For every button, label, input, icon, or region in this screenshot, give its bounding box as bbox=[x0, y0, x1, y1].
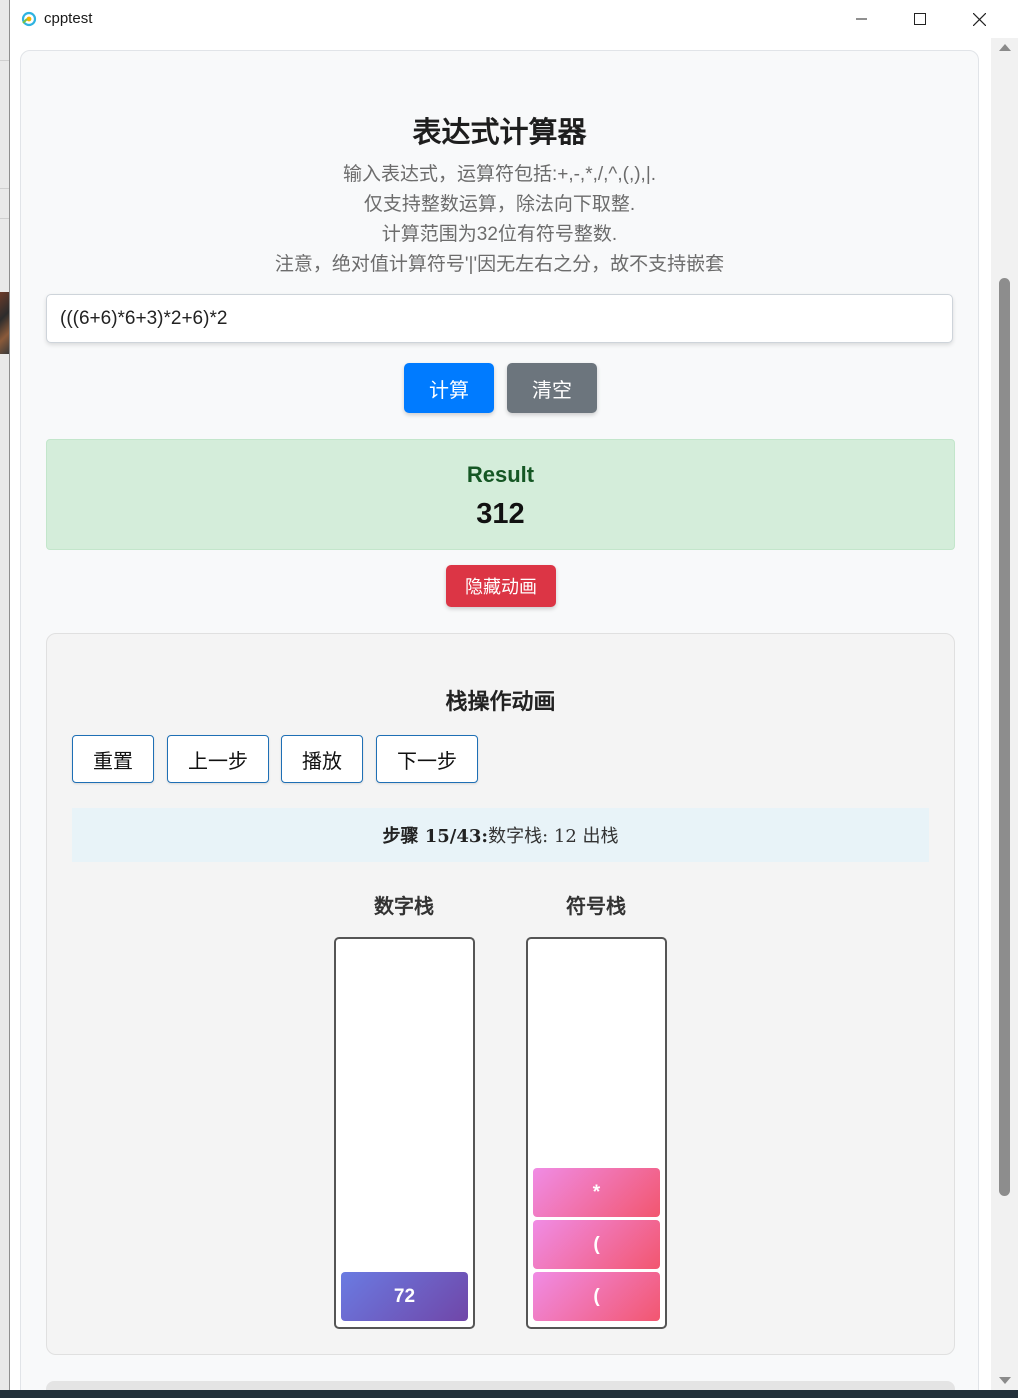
next-section bbox=[46, 1381, 955, 1390]
hide-animation-button[interactable]: 隐藏动画 bbox=[446, 565, 556, 607]
scroll-thumb[interactable] bbox=[999, 278, 1010, 1196]
clear-button[interactable]: 清空 bbox=[507, 363, 597, 413]
close-icon bbox=[972, 12, 986, 26]
scroll-up-arrow-icon[interactable] bbox=[999, 44, 1011, 51]
background-divider bbox=[0, 188, 9, 189]
expression-input[interactable] bbox=[46, 294, 953, 343]
taskbar-edge bbox=[0, 1390, 1018, 1398]
stack-item: 72 bbox=[341, 1272, 468, 1321]
result-value: 312 bbox=[476, 498, 525, 530]
operator-stack-title: 符号栈 bbox=[566, 896, 626, 918]
vertical-scrollbar[interactable] bbox=[991, 38, 1018, 1390]
calculator-card: 表达式计算器 输入表达式，运算符包括:+,-,*,/,^,(,),|. 仅支持整… bbox=[20, 50, 979, 1390]
maximize-button[interactable] bbox=[891, 0, 949, 38]
play-button[interactable]: 播放 bbox=[281, 735, 363, 783]
app-icon bbox=[21, 11, 37, 27]
step-description: 数字栈: 12 出栈 bbox=[488, 826, 619, 847]
title-bar[interactable]: cpptest bbox=[10, 0, 1018, 38]
background-divider bbox=[0, 218, 9, 219]
step-counter: 步骤 15/43: bbox=[382, 826, 489, 847]
page-title: 表达式计算器 bbox=[412, 117, 587, 149]
page-viewport: 表达式计算器 输入表达式，运算符包括:+,-,*,/,^,(,),|. 仅支持整… bbox=[10, 38, 991, 1390]
app-window: cpptest 表达式计算器 输入表达式，运算符包括:+,-,*,/,^,(,)… bbox=[9, 0, 1018, 1398]
animation-title: 栈操作动画 bbox=[445, 689, 556, 714]
stack-item: ( bbox=[533, 1272, 660, 1321]
calculate-button[interactable]: 计算 bbox=[404, 363, 494, 413]
minimize-icon bbox=[856, 18, 867, 20]
operator-stack: * ( ( bbox=[526, 937, 667, 1329]
description-line: 注意，绝对值计算符号'|'因无左右之分，故不支持嵌套 bbox=[274, 254, 725, 275]
description-line: 计算范围为32位有符号整数. bbox=[381, 224, 618, 245]
minimize-button[interactable] bbox=[833, 0, 891, 38]
previous-step-button[interactable]: 上一步 bbox=[167, 735, 269, 783]
stack-item: * bbox=[533, 1168, 660, 1217]
maximize-icon bbox=[914, 13, 926, 25]
stack-item: ( bbox=[533, 1220, 660, 1269]
window-title: cpptest bbox=[44, 10, 93, 27]
background-thumbnail bbox=[0, 292, 9, 354]
background-divider bbox=[0, 60, 9, 61]
animation-panel: 栈操作动画 重置 上一步 播放 下一步 步骤 15/43: 数字栈: 12 出栈… bbox=[46, 633, 955, 1355]
operator-stack-items: * ( ( bbox=[533, 1168, 660, 1321]
number-stack-title: 数字栈 bbox=[374, 896, 434, 918]
background-window-edge bbox=[0, 0, 9, 1398]
number-stack: 72 bbox=[334, 937, 475, 1329]
description-line: 仅支持整数运算，除法向下取整. bbox=[363, 194, 636, 215]
result-box: Result 312 bbox=[46, 439, 955, 550]
next-step-button[interactable]: 下一步 bbox=[376, 735, 478, 783]
result-label: Result bbox=[466, 462, 535, 487]
description-line: 输入表达式，运算符包括:+,-,*,/,^,(,),|. bbox=[342, 164, 657, 185]
reset-button[interactable]: 重置 bbox=[72, 735, 154, 783]
number-stack-items: 72 bbox=[341, 1272, 468, 1321]
scroll-down-arrow-icon[interactable] bbox=[999, 1377, 1011, 1384]
step-info: 步骤 15/43: 数字栈: 12 出栈 bbox=[72, 808, 929, 862]
close-button[interactable] bbox=[950, 0, 1008, 38]
